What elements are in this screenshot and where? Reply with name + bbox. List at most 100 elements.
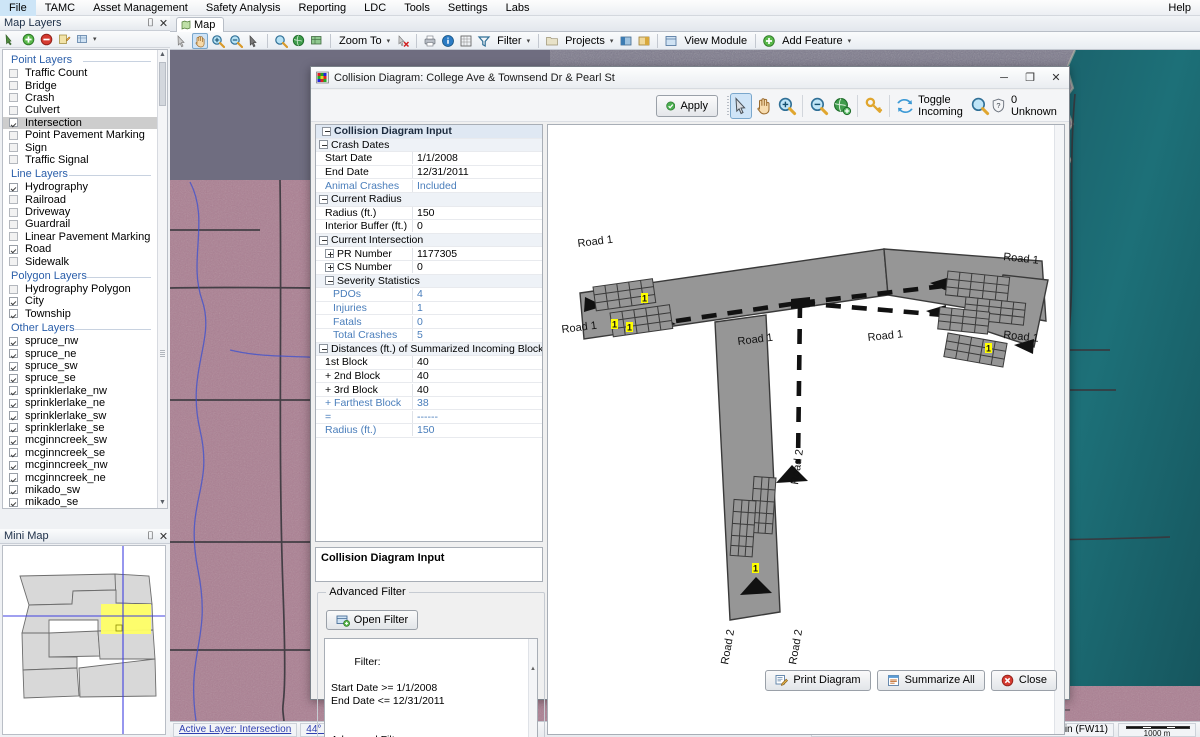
magnifier-tool-icon[interactable]: [969, 93, 991, 119]
menu-item-safety-analysis[interactable]: Safety Analysis: [197, 0, 290, 16]
property-value-cell[interactable]: 0: [412, 261, 542, 274]
tab-map[interactable]: Map: [176, 17, 225, 32]
property-row[interactable]: Crash Dates: [316, 138, 542, 153]
select-arrow-tool-icon[interactable]: [730, 92, 753, 119]
property-value-cell[interactable]: 1: [412, 302, 542, 315]
layer-checkbox[interactable]: [9, 435, 18, 445]
layer-row[interactable]: mcginncreek_nw: [3, 459, 157, 471]
add-feature-label[interactable]: Add Feature: [779, 35, 846, 47]
menu-item-ldc[interactable]: LDC: [355, 0, 395, 16]
property-row[interactable]: = ------: [316, 410, 542, 425]
layer-checkbox[interactable]: [9, 386, 18, 396]
menu-item-help[interactable]: Help: [1159, 0, 1200, 16]
layer-checkbox[interactable]: [9, 448, 18, 458]
layer-row[interactable]: Sign: [3, 141, 157, 154]
collapse-icon[interactable]: [322, 126, 331, 136]
property-row[interactable]: Severity Statistics: [316, 274, 542, 289]
property-value-cell[interactable]: 40: [412, 356, 542, 369]
zoom-in-icon[interactable]: [210, 33, 226, 49]
property-row[interactable]: Collision Diagram Input: [316, 125, 542, 139]
layer-table-dropdown-caret[interactable]: ▾: [93, 35, 100, 43]
property-row[interactable]: Animal Crashes Included: [316, 179, 542, 193]
map-layers-list[interactable]: Point Layers Traffic Count Bridge Crash Culv…: [2, 49, 168, 509]
layer-row[interactable]: Culvert: [3, 104, 157, 116]
projects-caret-icon[interactable]: ▾: [610, 37, 617, 45]
minimize-button[interactable]: ─: [991, 68, 1017, 88]
layer-checkbox[interactable]: [9, 143, 18, 153]
property-row[interactable]: Fatals 0: [316, 315, 542, 329]
property-value-cell[interactable]: ------: [412, 410, 542, 423]
layer-checkbox[interactable]: [9, 398, 18, 408]
property-value-cell[interactable]: 40: [412, 369, 542, 382]
layer-row[interactable]: spruce_sw: [3, 360, 157, 372]
layer-checkbox[interactable]: [9, 68, 18, 78]
close-dialog-button[interactable]: Close: [990, 669, 1057, 691]
layer-row[interactable]: Traffic Count: [3, 67, 157, 79]
layer-row[interactable]: Guardrail: [3, 218, 157, 230]
pointer-select-icon[interactable]: [174, 33, 190, 49]
layer-row[interactable]: Hydrography Polygon: [3, 283, 157, 295]
zoom-to-caret-icon[interactable]: ▾: [387, 37, 394, 45]
maximize-button[interactable]: ❐: [1017, 68, 1043, 88]
property-row[interactable]: Injuries 1: [316, 302, 542, 316]
add-layer-icon[interactable]: [21, 32, 36, 47]
layer-row[interactable]: Intersection: [3, 116, 157, 129]
layer-properties-icon[interactable]: [57, 32, 72, 47]
layer-row[interactable]: City: [3, 295, 157, 307]
projects-label[interactable]: Projects: [562, 35, 608, 47]
property-row[interactable]: 1st Block 40: [316, 356, 542, 370]
layer-checkbox[interactable]: [9, 207, 18, 217]
property-row[interactable]: Current Radius: [316, 192, 542, 207]
scroll-down-icon[interactable]: ▼: [158, 498, 167, 508]
measure-icon[interactable]: [458, 33, 474, 49]
layer-row[interactable]: Driveway: [3, 206, 157, 218]
layer-row[interactable]: spruce_nw: [3, 335, 157, 347]
select-layer-icon[interactable]: [3, 32, 18, 47]
clear-selection-icon[interactable]: [395, 33, 411, 49]
scroll-thumb[interactable]: [159, 62, 166, 106]
property-value-cell[interactable]: 4: [412, 288, 542, 301]
toggle-incoming-label[interactable]: Toggle Incoming: [916, 94, 968, 118]
layer-row[interactable]: sprinklerlake_nw: [3, 385, 157, 397]
collapse-icon[interactable]: [319, 194, 328, 204]
mini-map-close-icon[interactable]: ✕: [157, 530, 170, 543]
close-icon[interactable]: ✕: [157, 17, 170, 30]
layer-checkbox[interactable]: [9, 473, 18, 483]
add-feature-caret-icon[interactable]: ▾: [848, 37, 855, 45]
dialog-close-button[interactable]: ✕: [1043, 68, 1069, 88]
layer-row[interactable]: mcginncreek_ne: [3, 471, 157, 484]
layer-row[interactable]: sprinklerlake_ne: [3, 397, 157, 409]
projects-icon[interactable]: [544, 33, 560, 49]
layer-checkbox[interactable]: [9, 195, 18, 205]
property-value-cell[interactable]: 38: [412, 397, 542, 410]
layer-row[interactable]: Point Pavement Marking: [3, 129, 157, 141]
property-value-cell[interactable]: 12/31/2011: [412, 166, 542, 179]
view-module-label[interactable]: View Module: [681, 35, 750, 47]
property-row[interactable]: Interior Buffer (ft.) 0: [316, 220, 542, 234]
layer-checkbox[interactable]: [9, 349, 18, 359]
collision-diagram-input-property-grid[interactable]: Collision Diagram Input Crash Dates Start …: [315, 124, 543, 542]
menu-item-tamc[interactable]: TAMC: [36, 0, 84, 16]
layer-row[interactable]: mikado_nw: [3, 509, 157, 510]
layer-checkbox[interactable]: [9, 460, 18, 470]
property-value-cell[interactable]: 150: [412, 424, 542, 437]
layer-row[interactable]: mcginncreek_se: [3, 447, 157, 459]
zoom-previous-icon[interactable]: [273, 33, 289, 49]
zoom-extent-globe-icon[interactable]: [831, 93, 853, 119]
layer-checkbox[interactable]: [9, 423, 18, 433]
layer-checkbox[interactable]: [9, 118, 18, 128]
layer-checkbox[interactable]: [9, 93, 18, 103]
layer-checkbox[interactable]: [9, 309, 18, 319]
mini-map-pin-icon[interactable]: ⌷: [144, 530, 157, 543]
zoom-out-icon[interactable]: [228, 33, 244, 49]
property-value-cell[interactable]: 1177305: [412, 247, 542, 260]
map-layers-scrollbar[interactable]: ▲ ▼: [157, 50, 167, 508]
zoom-to-label[interactable]: Zoom To: [336, 35, 385, 47]
collapse-icon[interactable]: [319, 140, 328, 150]
menu-item-tools[interactable]: Tools: [395, 0, 439, 16]
menu-item-reporting[interactable]: Reporting: [289, 0, 355, 16]
layer-checkbox[interactable]: [9, 182, 18, 192]
apply-button[interactable]: Apply: [656, 94, 718, 117]
remove-layer-icon[interactable]: [39, 32, 54, 47]
zoom-out-tool-icon[interactable]: [808, 93, 830, 119]
